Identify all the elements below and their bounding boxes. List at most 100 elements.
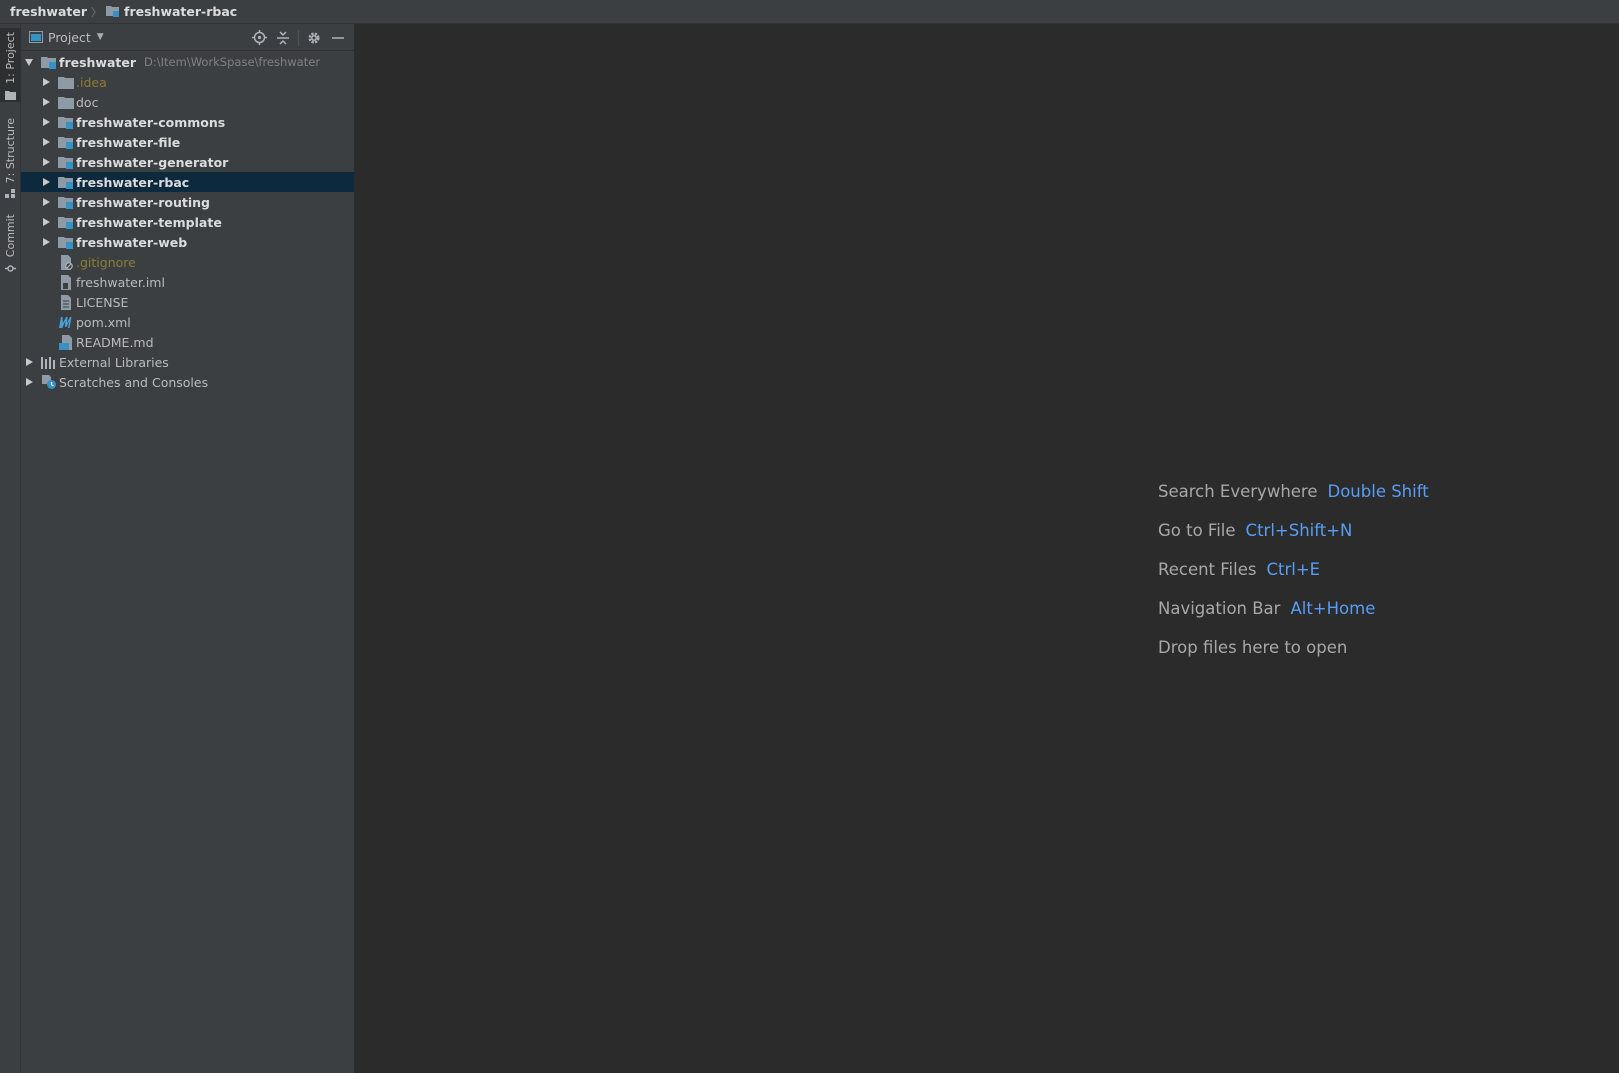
breadcrumb-module[interactable]: freshwater-rbac	[106, 4, 237, 20]
tree-item-label: Scratches and Consoles	[59, 374, 209, 390]
tree-item-readme[interactable]: README.md	[21, 332, 354, 352]
gear-icon[interactable]	[302, 27, 326, 49]
hint-shortcut: Double Shift	[1327, 482, 1429, 501]
expand-toggle-icon[interactable]	[40, 76, 52, 88]
breadcrumb-project[interactable]: freshwater	[10, 4, 87, 19]
expand-toggle-icon[interactable]	[40, 96, 52, 108]
expand-toggle-icon[interactable]	[40, 236, 52, 248]
tree-item-label: freshwater-file	[76, 134, 181, 150]
module-folder-icon	[58, 234, 74, 250]
tree-item-external-libraries[interactable]: External Libraries	[21, 352, 354, 372]
hint-shortcut: Alt+Home	[1290, 599, 1376, 618]
toolbar-divider	[298, 29, 299, 46]
tree-item-path: D:\Item\WorkSpase\freshwater	[144, 55, 321, 69]
module-folder-icon	[41, 54, 57, 70]
tree-item-label: LICENSE	[76, 294, 129, 310]
module-file-icon	[58, 274, 74, 290]
hint-go-to-file: Go to File Ctrl+Shift+N	[1158, 521, 1353, 540]
tree-item-label: freshwater-commons	[76, 114, 226, 130]
module-folder-icon	[58, 174, 74, 190]
project-tool-label: 1: Project	[4, 32, 17, 84]
tree-item-freshwater-generator[interactable]: freshwater-generator	[21, 152, 354, 172]
locate-icon[interactable]	[247, 27, 271, 49]
commit-tool-button[interactable]: Commit	[0, 210, 21, 280]
folder-icon	[5, 90, 16, 103]
tree-item-label: freshwater-web	[76, 234, 188, 250]
expand-toggle-icon[interactable]	[23, 356, 35, 368]
tree-item-label: freshwater	[59, 54, 137, 70]
project-panel-header: Project ▼	[21, 24, 354, 51]
navigation-bar: freshwater 〉 freshwater-rbac	[0, 0, 1619, 24]
breadcrumb-separator: 〉	[91, 5, 103, 19]
tree-item-freshwater-file[interactable]: freshwater-file	[21, 132, 354, 152]
tree-item-label: README.md	[76, 334, 154, 350]
markdown-file-icon	[58, 334, 74, 350]
module-folder-icon	[58, 194, 74, 210]
commit-tool-label: Commit	[4, 214, 17, 258]
breadcrumb-label: freshwater	[10, 4, 88, 19]
tree-item-doc[interactable]: doc	[21, 92, 354, 112]
module-folder-icon	[58, 114, 74, 130]
tree-item-pom-xml[interactable]: pom.xml	[21, 312, 354, 332]
tree-item-label: .gitignore	[76, 254, 136, 270]
tree-item-label: doc	[76, 94, 99, 110]
tree-item-freshwater-iml[interactable]: freshwater.iml	[21, 272, 354, 292]
expand-toggle-icon[interactable]	[40, 216, 52, 228]
folder-icon	[58, 94, 74, 110]
collapse-all-icon[interactable]	[271, 27, 295, 49]
hint-shortcut: Ctrl+E	[1266, 560, 1321, 579]
project-view-label: Project	[48, 29, 91, 45]
tree-item-freshwater-rbac[interactable]: freshwater-rbac	[21, 172, 354, 192]
expand-toggle-icon[interactable]	[40, 176, 52, 188]
expand-toggle-icon[interactable]	[40, 116, 52, 128]
tree-item-label: .idea	[76, 74, 107, 90]
tree-item-label: freshwater-template	[76, 214, 222, 230]
tree-item-label: freshwater-rbac	[76, 174, 190, 190]
module-folder-icon	[106, 4, 120, 20]
minimize-icon[interactable]	[326, 27, 350, 49]
project-view-selector[interactable]: Project ▼	[29, 30, 104, 45]
expand-toggle-icon[interactable]	[23, 376, 35, 388]
tree-item-idea[interactable]: .idea	[21, 72, 354, 92]
maven-icon	[58, 314, 74, 330]
expand-toggle-icon[interactable]	[40, 136, 52, 148]
structure-tool-label: 7: Structure	[4, 118, 17, 184]
project-view-icon	[29, 31, 43, 43]
commit-icon	[5, 263, 16, 277]
tree-item-label: External Libraries	[59, 354, 169, 370]
project-panel-toolbar	[247, 24, 350, 51]
library-icon	[41, 354, 57, 370]
project-tool-window: Project ▼ freshwater D:\Item\WorkSpase\f…	[21, 24, 355, 1073]
tree-item-label: freshwater.iml	[76, 274, 165, 290]
text-file-icon	[58, 294, 74, 310]
hint-shortcut: Ctrl+Shift+N	[1245, 521, 1353, 540]
breadcrumb-label: freshwater-rbac	[124, 4, 238, 19]
tree-item-freshwater-template[interactable]: freshwater-template	[21, 212, 354, 232]
hint-search-everywhere: Search Everywhere Double Shift	[1158, 482, 1429, 501]
folder-icon	[58, 74, 74, 90]
tree-item-freshwater-routing[interactable]: freshwater-routing	[21, 192, 354, 212]
expand-toggle-icon[interactable]	[23, 56, 35, 68]
editor-empty-hints: Search Everywhere Double Shift Go to Fil…	[1158, 472, 1429, 667]
tool-window-stripe: 1: Project 7: Structure Commit	[0, 24, 21, 1073]
hint-drop-files: Drop files here to open	[1158, 638, 1348, 657]
editor-area[interactable]	[356, 24, 1619, 1073]
module-folder-icon	[58, 154, 74, 170]
chevron-down-icon: ▼	[96, 32, 104, 42]
project-tree: freshwater D:\Item\WorkSpase\freshwater …	[21, 51, 354, 392]
tree-item-label: freshwater-generator	[76, 154, 229, 170]
expand-toggle-icon[interactable]	[40, 196, 52, 208]
tree-item-gitignore[interactable]: .gitignore	[21, 252, 354, 272]
module-folder-icon	[58, 134, 74, 150]
tree-item-scratches[interactable]: Scratches and Consoles	[21, 372, 354, 392]
expand-toggle-icon[interactable]	[40, 156, 52, 168]
tree-item-freshwater-web[interactable]: freshwater-web	[21, 232, 354, 252]
tree-item-license[interactable]: LICENSE	[21, 292, 354, 312]
ignore-file-icon	[58, 254, 74, 270]
project-tool-button[interactable]: 1: Project	[0, 28, 21, 102]
structure-tool-button[interactable]: 7: Structure	[0, 114, 21, 199]
hint-navigation-bar: Navigation Bar Alt+Home	[1158, 599, 1376, 618]
tree-item-freshwater-commons[interactable]: freshwater-commons	[21, 112, 354, 132]
tree-root-freshwater[interactable]: freshwater D:\Item\WorkSpase\freshwater	[21, 52, 354, 72]
tree-item-label: pom.xml	[76, 314, 131, 330]
